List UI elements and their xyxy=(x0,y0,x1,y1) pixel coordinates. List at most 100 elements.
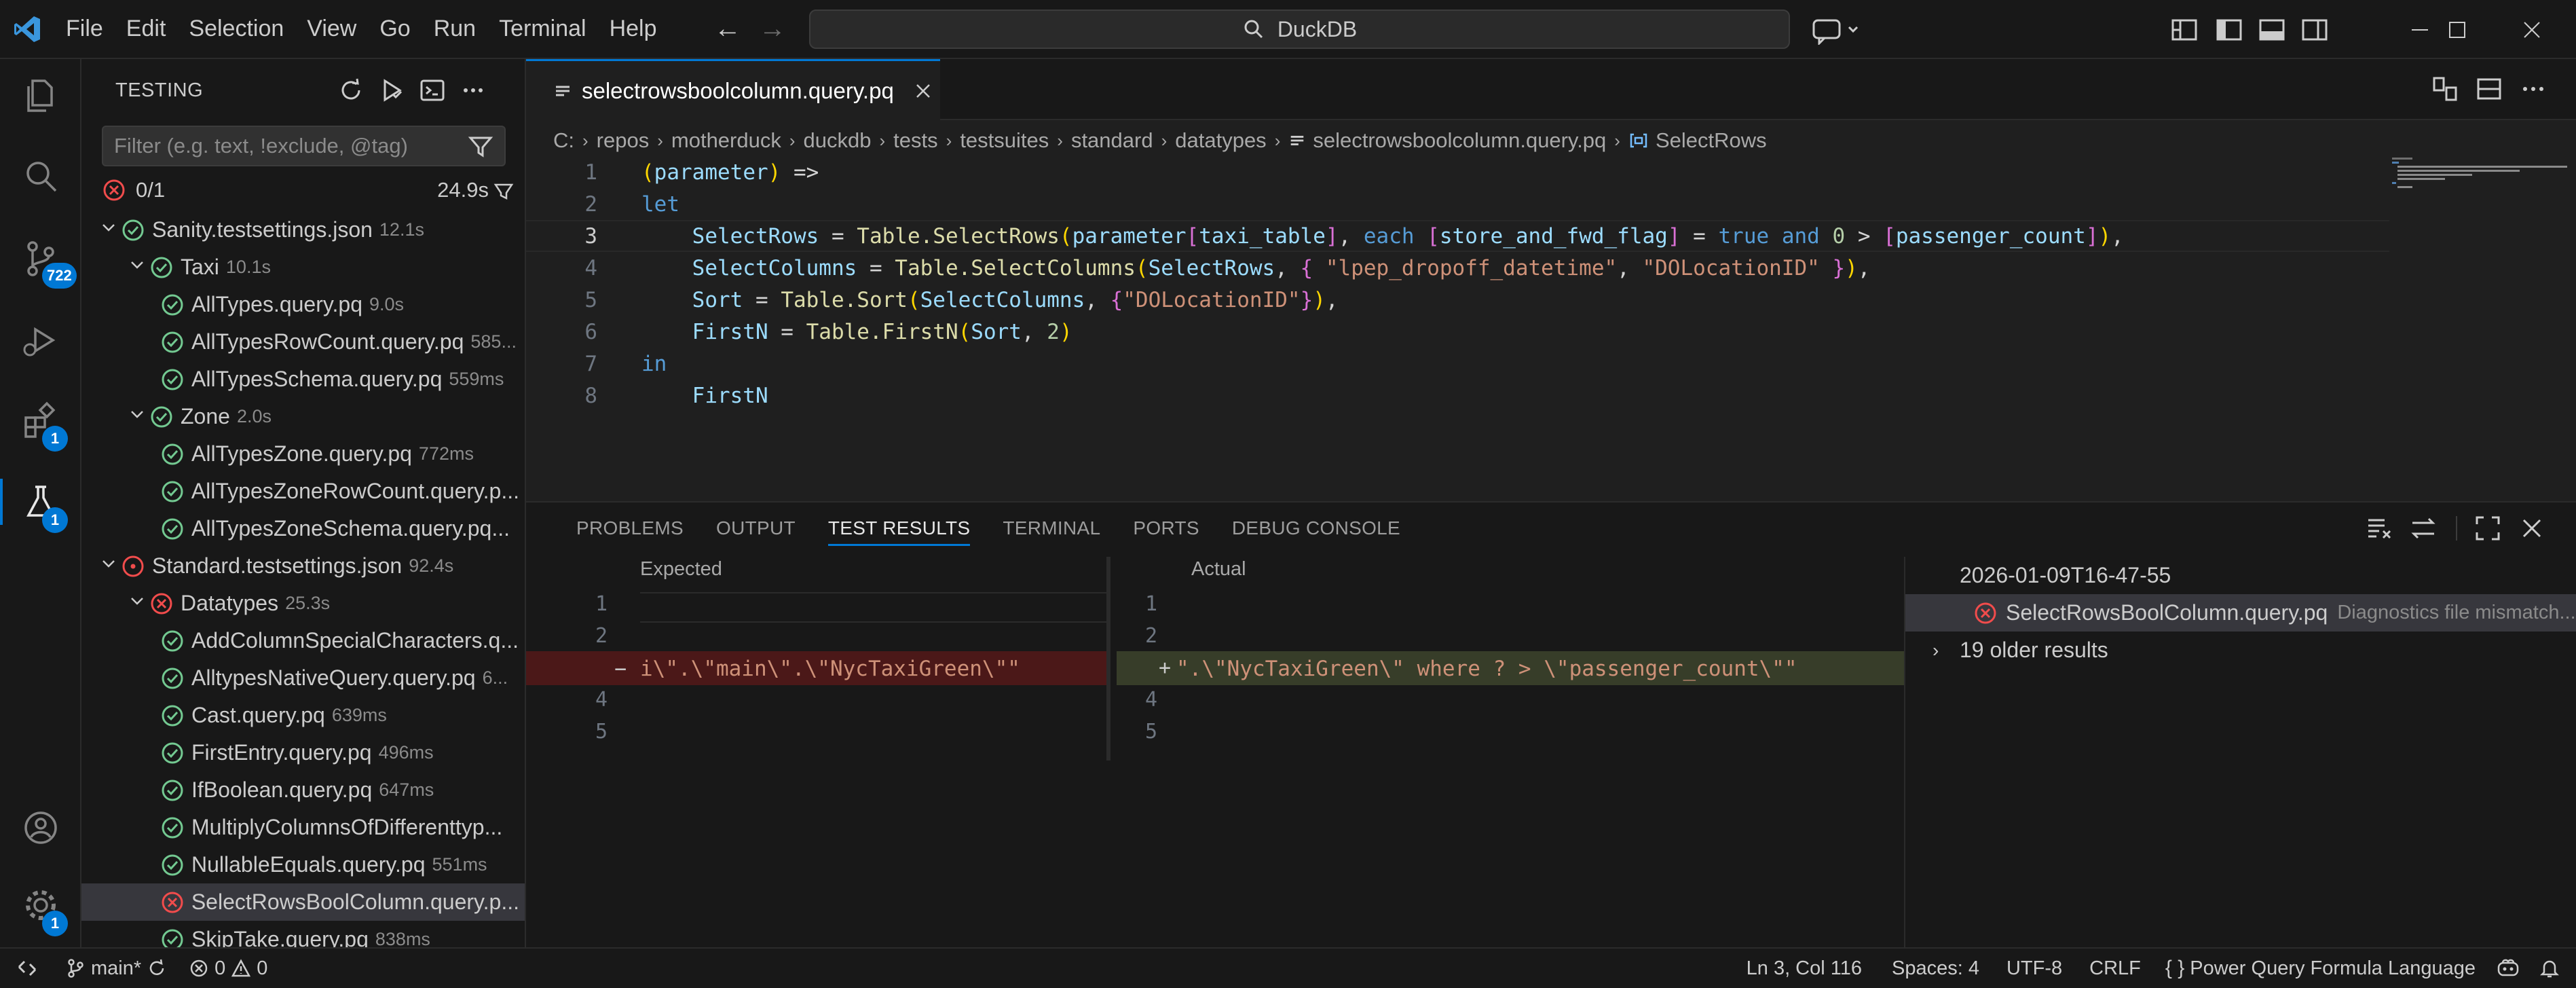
test-tree-item[interactable]: AllTypesZoneSchema.query.pq... xyxy=(81,510,525,547)
close-tab-icon[interactable] xyxy=(913,81,933,101)
forward-arrow-icon[interactable]: → xyxy=(751,14,794,44)
accounts-icon[interactable] xyxy=(19,806,62,849)
chevron-down-icon[interactable] xyxy=(96,555,121,577)
copilot-status-icon[interactable] xyxy=(2486,957,2530,979)
breadcrumb-item[interactable]: testsuites xyxy=(960,128,1049,153)
customize-layout-icon[interactable] xyxy=(2169,15,2199,45)
tab-output[interactable]: OUTPUT xyxy=(700,502,812,554)
language-mode[interactable]: { } Power Query Formula Language xyxy=(2154,957,2486,980)
test-tree-item[interactable]: Datatypes 25.3s xyxy=(81,585,525,622)
clock-icon[interactable] xyxy=(491,178,516,202)
tab-selectrowsboolcolumn[interactable]: selectrowsboolcolumn.query.pq xyxy=(526,59,940,120)
test-tree-item[interactable]: MultiplyColumnsOfDifferenttyp... xyxy=(81,809,525,846)
result-item[interactable]: SelectRowsBoolColumn.query.pq Diagnostic… xyxy=(1905,594,2576,632)
show-output-icon[interactable] xyxy=(417,75,447,105)
older-results-row[interactable]: › 19 older results xyxy=(1905,632,2576,669)
tab-test-results[interactable]: TEST RESULTS xyxy=(812,502,987,554)
filter-funnel-icon[interactable] xyxy=(468,134,493,165)
test-filter-input[interactable] xyxy=(114,134,440,158)
test-label: NullableEquals.query.pq xyxy=(191,852,426,877)
problems-indicator[interactable]: 0 0 xyxy=(178,957,278,980)
command-center-search[interactable]: DuckDB xyxy=(809,10,1790,49)
breadcrumb-item[interactable]: duckdb xyxy=(804,128,872,153)
minimap[interactable] xyxy=(2389,156,2573,224)
test-tree-item[interactable]: Taxi 10.1s xyxy=(81,249,525,286)
branch-indicator[interactable]: main* xyxy=(54,957,178,980)
open-changes-icon[interactable] xyxy=(2430,74,2460,104)
tab-debug-console[interactable]: DEBUG CONSOLE xyxy=(1216,502,1417,554)
breadcrumb-item[interactable]: repos xyxy=(597,128,650,153)
toggle-primary-sidebar-icon[interactable] xyxy=(2214,15,2244,45)
breadcrumb-item[interactable]: motherduck xyxy=(671,128,781,153)
maximize-panel-icon[interactable] xyxy=(2473,513,2503,543)
refresh-tests-icon[interactable] xyxy=(336,75,366,105)
tab-problems[interactable]: PROBLEMS xyxy=(560,502,700,554)
test-tree-item[interactable]: SelectRowsBoolColumn.query.p... xyxy=(81,883,525,921)
search-view-icon[interactable] xyxy=(19,154,62,198)
toggle-secondary-sidebar-icon[interactable] xyxy=(2300,15,2330,45)
close-panel-icon[interactable] xyxy=(2517,513,2547,543)
remote-indicator-icon[interactable] xyxy=(0,957,54,979)
copilot-chat-icon[interactable] xyxy=(1811,15,1865,46)
clear-all-results-icon[interactable] xyxy=(2364,513,2394,543)
maximize-icon[interactable] xyxy=(2423,0,2491,59)
sync-icon[interactable] xyxy=(147,958,167,978)
menu-help[interactable]: Help xyxy=(598,0,669,58)
line-number: 2 xyxy=(584,191,597,217)
test-tree-item[interactable]: Standard.testsettings.json 92.4s xyxy=(81,547,525,585)
test-tree-item[interactable]: FirstEntry.query.pq 496ms xyxy=(81,734,525,771)
indentation[interactable]: Spaces: 4 xyxy=(1878,957,1993,980)
menu-selection[interactable]: Selection xyxy=(177,0,295,58)
breadcrumb-item[interactable]: standard xyxy=(1071,128,1153,153)
expected-diff-pane[interactable]: Expected 1 2 3 4 5 − i\".\"main\".\"NycT… xyxy=(526,557,1110,949)
breadcrumb-file[interactable]: selectrowsboolcolumn.query.pq xyxy=(1313,128,1606,153)
test-tree-item[interactable]: Sanity.testsettings.json 12.1s xyxy=(81,211,525,249)
test-tree-item[interactable]: Zone 2.0s xyxy=(81,398,525,435)
test-tree-item[interactable]: AlltypesNativeQuery.query.pq 6... xyxy=(81,659,525,697)
chevron-down-icon[interactable] xyxy=(125,592,149,615)
menu-go[interactable]: Go xyxy=(368,0,422,58)
encoding[interactable]: UTF-8 xyxy=(1993,957,2076,980)
test-tree-item[interactable]: AllTypes.query.pq 9.0s xyxy=(81,286,525,323)
end-of-line[interactable]: CRLF xyxy=(2076,957,2154,980)
run-group-header[interactable]: 2026-01-09T16-47-55 xyxy=(1905,557,2576,594)
run-debug-icon[interactable] xyxy=(19,318,62,362)
more-actions-icon[interactable] xyxy=(458,75,488,105)
menu-edit[interactable]: Edit xyxy=(115,0,178,58)
code-editor[interactable]: 1 (parameter) => 2 let 3 SelectRows = Ta… xyxy=(526,156,2389,482)
toggle-diff-icon[interactable] xyxy=(2408,513,2438,543)
breadcrumb-symbol[interactable]: SelectRows xyxy=(1656,128,1767,153)
toggle-panel-icon[interactable] xyxy=(2257,15,2287,45)
breadcrumb-item[interactable]: C: xyxy=(553,128,574,153)
breadcrumb-item[interactable]: datatypes xyxy=(1175,128,1266,153)
actual-diff-pane[interactable]: Actual 1 2 3 4 5 + ".\"NycTaxiGreen\" wh… xyxy=(1117,557,1904,949)
notifications-bell-icon[interactable] xyxy=(2530,957,2576,979)
breadcrumb-item[interactable]: tests xyxy=(893,128,937,153)
test-tree-item[interactable]: AllTypesZoneRowCount.query.p... xyxy=(81,473,525,510)
test-tree-item[interactable]: Cast.query.pq 639ms xyxy=(81,697,525,734)
chevron-down-icon[interactable] xyxy=(125,405,149,428)
menu-view[interactable]: View xyxy=(295,0,368,58)
test-tree-item[interactable]: AddColumnSpecialCharacters.q... xyxy=(81,622,525,659)
expected-scrollbar[interactable] xyxy=(1106,557,1110,761)
close-window-icon[interactable] xyxy=(2498,0,2566,59)
test-tree-item[interactable]: IfBoolean.query.pq 647ms xyxy=(81,771,525,809)
explorer-icon[interactable] xyxy=(19,74,62,117)
tab-terminal[interactable]: TERMINAL xyxy=(986,502,1117,554)
run-tests-icon[interactable] xyxy=(377,75,407,105)
editor-more-actions-icon[interactable] xyxy=(2518,74,2548,104)
split-editor-icon[interactable] xyxy=(2474,74,2504,104)
test-tree-item[interactable]: AllTypesSchema.query.pq 559ms xyxy=(81,361,525,398)
menu-run[interactable]: Run xyxy=(422,0,487,58)
back-arrow-icon[interactable]: ← xyxy=(706,14,749,44)
menu-file[interactable]: File xyxy=(54,0,115,58)
test-tree-item[interactable]: NullableEquals.query.pq 551ms xyxy=(81,846,525,883)
test-tree-item[interactable]: SkipTake.query.pq 838ms xyxy=(81,921,525,947)
chevron-down-icon[interactable] xyxy=(96,219,121,241)
test-tree-item[interactable]: AllTypesRowCount.query.pq 585... xyxy=(81,323,525,361)
tab-ports[interactable]: PORTS xyxy=(1117,502,1215,554)
chevron-down-icon[interactable] xyxy=(125,256,149,278)
test-tree-item[interactable]: AllTypesZone.query.pq 772ms xyxy=(81,435,525,473)
menu-terminal[interactable]: Terminal xyxy=(487,0,597,58)
cursor-position[interactable]: Ln 3, Col 116 xyxy=(1730,957,1878,980)
